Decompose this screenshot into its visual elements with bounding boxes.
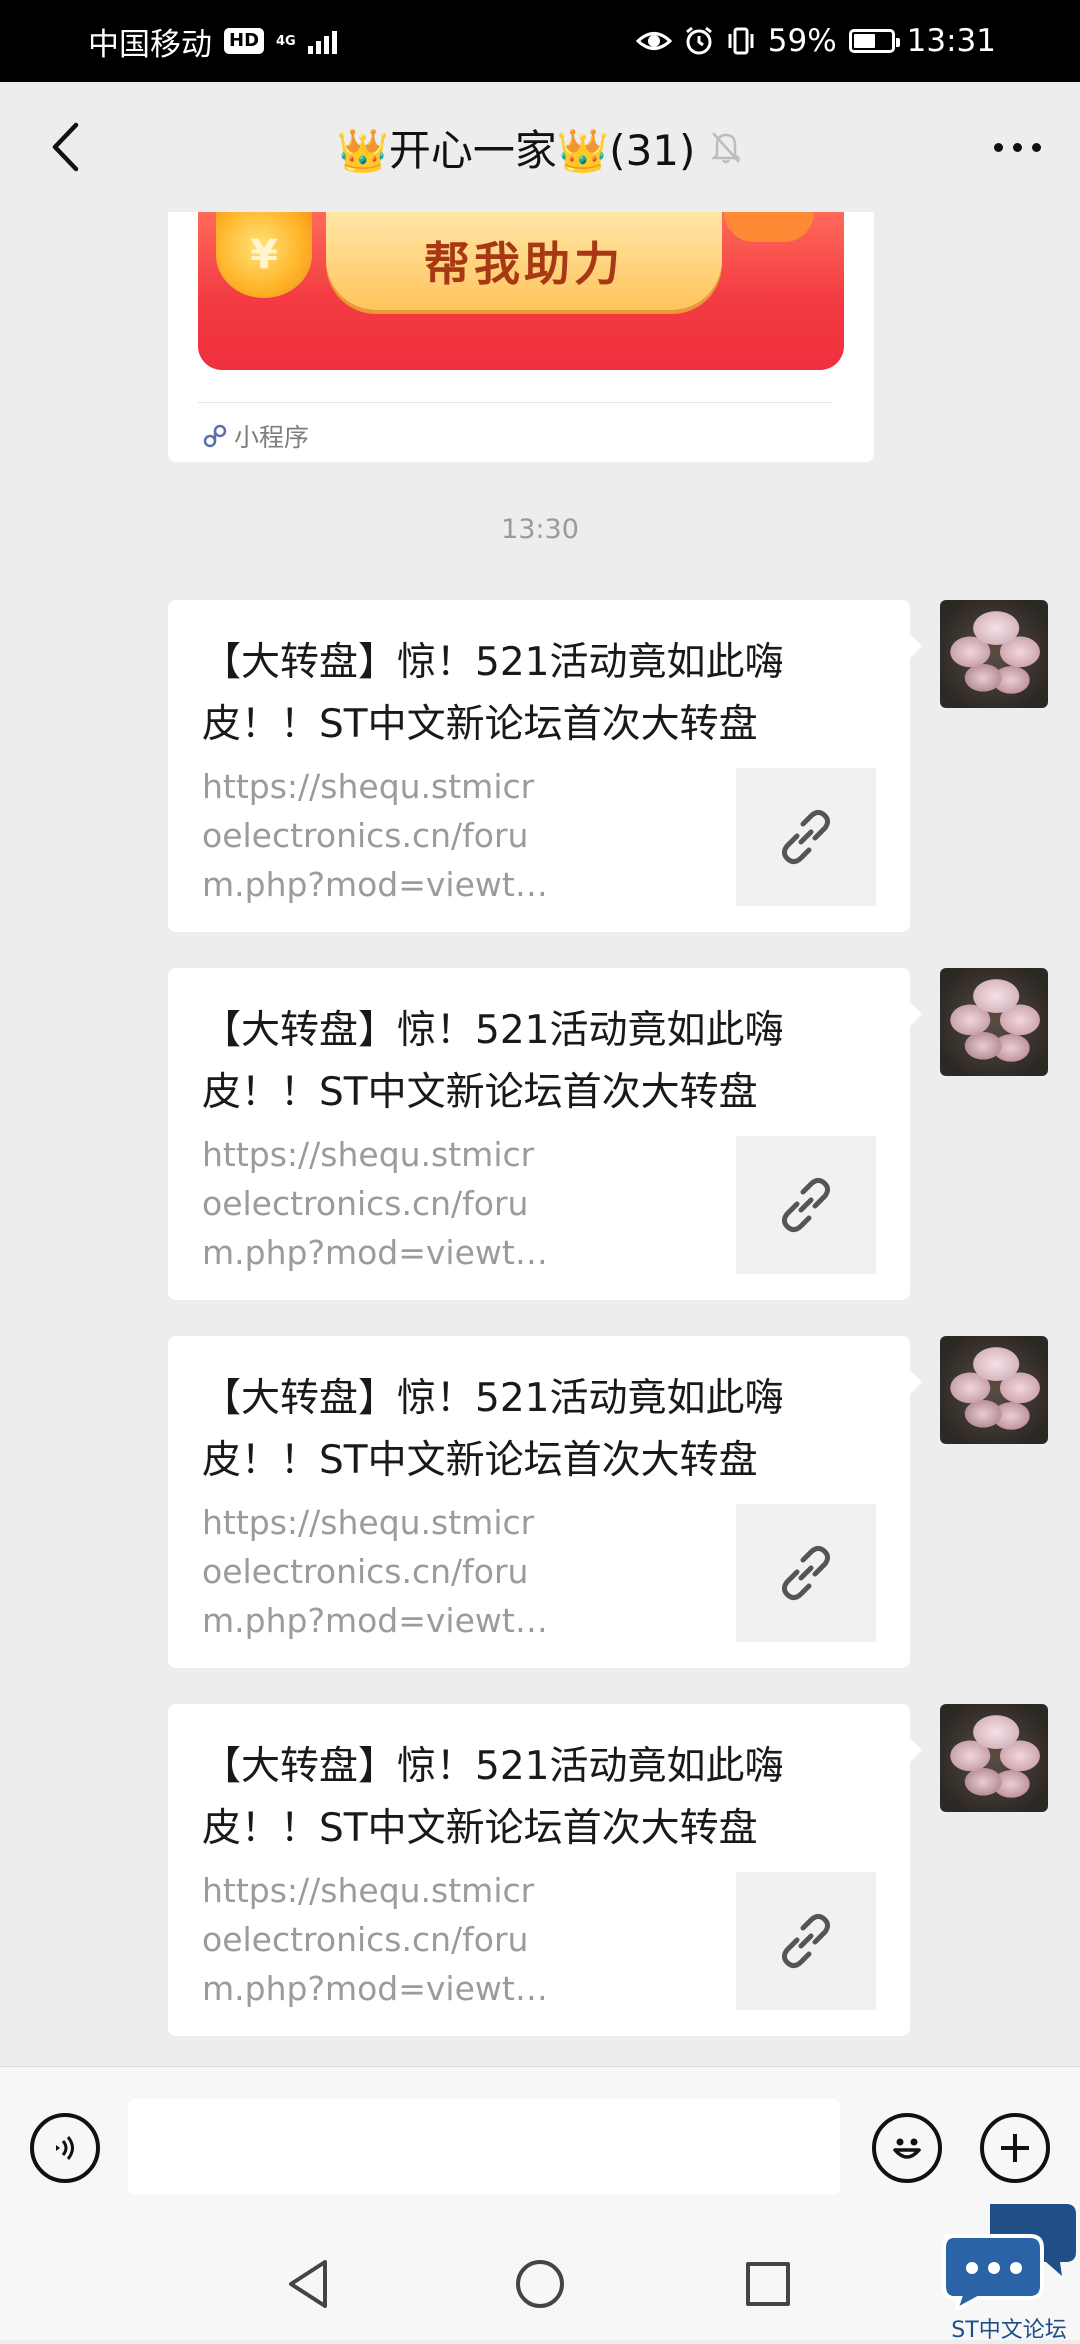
help-button[interactable]: 帮我助力 [326, 212, 722, 310]
bell-off-icon [709, 129, 743, 165]
avatar[interactable] [940, 968, 1048, 1076]
square-recents-icon [746, 2262, 790, 2306]
link-thumbnail [736, 768, 876, 906]
nav-home-button[interactable] [510, 2254, 570, 2314]
message-row: 【大转盘】惊！521活动竟如此嗨皮！！ST中文新论坛首次大转盘 https://… [0, 968, 1080, 1308]
battery-level-fill [853, 34, 875, 48]
link-url: https://shequ.stmicroelectronics.cn/foru… [202, 1871, 550, 2008]
circle-home-icon [516, 2260, 564, 2308]
link-url: https://shequ.stmicroelectronics.cn/foru… [202, 1503, 550, 1640]
link-message-card[interactable]: 【大转盘】惊！521活动竟如此嗨皮！！ST中文新论坛首次大转盘 https://… [168, 1336, 922, 1668]
watermark-text: ST中文论坛 [951, 2318, 1067, 2343]
link-message-card[interactable]: 【大转盘】惊！521活动竟如此嗨皮！！ST中文新论坛首次大转盘 https://… [168, 968, 922, 1300]
vibrate-icon [728, 27, 754, 55]
link-icon [781, 809, 831, 865]
more-button[interactable] [982, 122, 1052, 172]
battery-icon [848, 29, 900, 53]
plus-icon [1001, 2134, 1029, 2162]
more-dot [1031, 142, 1041, 152]
link-message-card[interactable]: 【大转盘】惊！521活动竟如此嗨皮！！ST中文新论坛首次大转盘 https://… [168, 1704, 922, 2036]
status-bar: 中国移动 HD 4G 59% 13:31 [0, 0, 1080, 82]
link-title: 【大转盘】惊！521活动竟如此嗨皮！！ST中文新论坛首次大转盘 [202, 1008, 784, 1115]
card-divider [198, 402, 832, 403]
link-message-card[interactable]: 【大转盘】惊！521活动竟如此嗨皮！！ST中文新论坛首次大转盘 https://… [168, 600, 922, 932]
link-title: 【大转盘】惊！521活动竟如此嗨皮！！ST中文新论坛首次大转盘 [202, 1376, 784, 1483]
eye-icon [635, 32, 672, 50]
timestamp: 13:30 [501, 514, 579, 545]
input-bar [0, 2066, 1080, 2226]
chat-header: 👑开心一家👑(31) [0, 82, 1080, 212]
link-thumbnail [736, 1504, 876, 1642]
avatar[interactable] [940, 1704, 1048, 1812]
link-thumbnail [736, 1136, 876, 1274]
voice-icon [56, 2136, 74, 2160]
network-label: 4G [276, 35, 296, 48]
link-title: 【大转盘】惊！521活动竟如此嗨皮！！ST中文新论坛首次大转盘 [202, 1744, 784, 1851]
voice-button[interactable] [30, 2113, 100, 2183]
link-icon [781, 1177, 831, 1233]
mini-program-banner: ¥ 帮我助力 [198, 212, 844, 370]
nav-back-button[interactable] [278, 2254, 338, 2314]
more-dot [1012, 142, 1022, 152]
alarm-icon [685, 26, 712, 55]
message-row: 【大转盘】惊！521活动竟如此嗨皮！！ST中文新论坛首次大转盘 https://… [0, 600, 1080, 940]
message-row: 【大转盘】惊！521活动竟如此嗨皮！！ST中文新论坛首次大转盘 https://… [0, 1704, 1080, 2044]
nav-recents-button[interactable] [738, 2254, 798, 2314]
triangle-back-icon [289, 2260, 327, 2308]
network-type: 4G [276, 33, 296, 49]
coin-icon: ¥ [216, 212, 312, 298]
battery-percent: 59% [767, 23, 837, 59]
chat-bubbles-logo-icon [942, 2204, 1076, 2315]
link-icon [781, 1913, 831, 1969]
message-list[interactable]: ¥ 帮我助力 小程序 13:30 【大转盘】惊！521活动竟如此嗨皮！！ST中文… [0, 212, 1080, 2066]
message-row: 【大转盘】惊！521活动竟如此嗨皮！！ST中文新论坛首次大转盘 https://… [0, 1336, 1080, 1676]
plus-button[interactable] [980, 2113, 1050, 2183]
hd-badge: HD [224, 28, 265, 54]
forum-watermark: ST中文论坛 [938, 2190, 1080, 2343]
emoji-button[interactable] [872, 2113, 942, 2183]
status-right: 59% 13:31 [635, 23, 996, 59]
avatar[interactable] [940, 1336, 1048, 1444]
mini-program-footer: 小程序 [202, 418, 309, 454]
link-icon [781, 1545, 831, 1601]
banner-decoration [724, 212, 814, 242]
link-url: https://shequ.stmicroelectronics.cn/foru… [202, 767, 550, 904]
mini-program-card[interactable]: ¥ 帮我助力 小程序 [168, 212, 874, 462]
mini-program-icon [203, 424, 227, 448]
avatar[interactable] [940, 600, 1048, 708]
link-thumbnail [736, 1872, 876, 2010]
chat-title: 👑开心一家👑(31) [336, 125, 696, 175]
system-nav-bar [0, 2226, 1080, 2340]
more-dot [993, 142, 1003, 152]
status-left: 中国移动 HD 4G [88, 19, 337, 64]
emoji-icon [893, 2138, 921, 2159]
chat-title-wrap[interactable]: 👑开心一家👑(31) [0, 82, 1080, 212]
link-title: 【大转盘】惊！521活动竟如此嗨皮！！ST中文新论坛首次大转盘 [202, 640, 784, 747]
clock: 13:31 [906, 23, 996, 59]
link-url: https://shequ.stmicroelectronics.cn/foru… [202, 1135, 550, 1272]
message-input[interactable] [128, 2099, 840, 2195]
mini-program-label: 小程序 [234, 423, 310, 452]
signal-icon [307, 28, 337, 54]
carrier-label: 中国移动 [88, 26, 212, 63]
